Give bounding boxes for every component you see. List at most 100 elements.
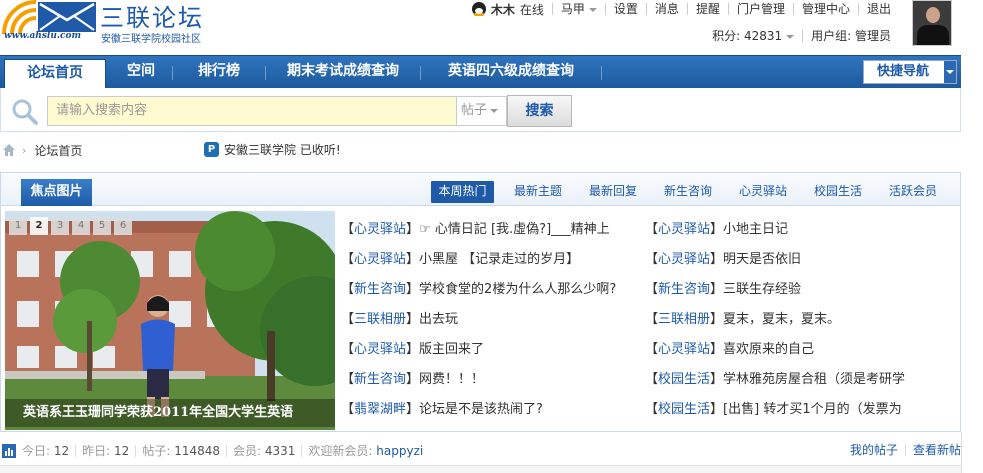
tab-active-members[interactable]: 活跃会员: [882, 181, 944, 203]
usergroup-link[interactable]: 用户组: 管理员: [802, 30, 899, 42]
pager-item[interactable]: 5: [93, 217, 111, 235]
thread-category[interactable]: 新生咨询: [354, 372, 406, 387]
focus-panel: 焦点图片 本周热门 最新主题 最新回复 新生咨询 心灵驿站 校园生活 活跃会员: [0, 172, 961, 432]
thread-title[interactable]: 明天是否依旧: [723, 252, 801, 267]
tab-latest-replies[interactable]: 最新回复: [582, 181, 644, 203]
quick-nav-button[interactable]: 快捷导航: [863, 60, 957, 84]
bracket-close: 】: [710, 222, 724, 237]
username[interactable]: 木木: [491, 1, 515, 18]
thread-category[interactable]: 翡翠湖畔: [354, 402, 406, 417]
thread-title[interactable]: [出售] 转才买1个月的（发票为: [723, 402, 902, 417]
vest-menu[interactable]: 马甲: [551, 3, 605, 15]
view-new-posts-link[interactable]: 查看新帖: [904, 444, 961, 456]
list-item[interactable]: 【心灵驿站】小黑屋 【记录走过的岁月】: [341, 245, 641, 275]
my-posts-link[interactable]: 我的帖子: [843, 444, 905, 456]
list-item[interactable]: 【新生咨询】网费！！！: [341, 365, 641, 395]
list-item[interactable]: 【新生咨询】学校食堂的2楼为什么人那么少啊?: [341, 275, 641, 305]
list-item[interactable]: 【校园生活】[出售] 转才买1个月的（发票为: [645, 395, 930, 425]
bracket-open: 【: [645, 402, 659, 417]
reminders-link[interactable]: 提醒: [686, 3, 728, 15]
tab-heart-station[interactable]: 心灵驿站: [732, 181, 794, 203]
thread-title[interactable]: 夏末，夏末，夏末。: [723, 312, 840, 327]
tab-cet-results[interactable]: 英语四六级成绩查询: [421, 56, 601, 89]
thread-title[interactable]: 小黑屋 【记录走过的岁月】: [419, 252, 579, 267]
thread-list-left: 【心灵驿站】☞ 心情日記 [我.虛偽?]___精神上 【心灵驿站】小黑屋 【记录…: [341, 215, 641, 425]
score-menu[interactable]: 积分: 42831: [704, 30, 802, 42]
pager-item-active[interactable]: 2: [30, 217, 48, 235]
stat-label: 会员:: [233, 444, 262, 458]
user-link[interactable]: 木木: [471, 1, 515, 18]
tab-final-exam-results[interactable]: 期末考试成绩查询: [266, 56, 420, 89]
thread-category[interactable]: 心灵驿站: [658, 252, 710, 267]
tab-freshman-consult[interactable]: 新生咨询: [657, 181, 719, 203]
thread-category[interactable]: 心灵驿站: [354, 252, 406, 267]
stat-value: 12: [114, 444, 130, 458]
breadcrumb-current[interactable]: 论坛首页: [34, 142, 82, 159]
tab-weekly-hot[interactable]: 本周热门: [431, 181, 494, 203]
messages-link[interactable]: 消息: [645, 3, 687, 15]
search-button[interactable]: 搜索: [507, 95, 572, 127]
thread-category[interactable]: 心灵驿站: [354, 222, 406, 237]
thread-category[interactable]: 三联相册: [354, 312, 406, 327]
thread-title[interactable]: 论坛是不是该热闹了?: [419, 402, 543, 417]
list-item[interactable]: 【校园生活】学林雅苑房屋合租（须是考研学: [645, 365, 930, 395]
thread-category[interactable]: 校园生活: [658, 402, 710, 417]
search-input[interactable]: 请输入搜索内容: [47, 96, 457, 126]
new-member-link[interactable]: happyzi: [376, 444, 423, 458]
settings-link[interactable]: 设置: [604, 3, 646, 15]
thread-category[interactable]: 新生咨询: [658, 282, 710, 297]
thread-title[interactable]: 网费！！！: [419, 372, 484, 387]
list-item[interactable]: 【新生咨询】三联生存经验: [645, 275, 930, 305]
list-item[interactable]: 【三联相册】出去玩: [341, 305, 641, 335]
thread-category[interactable]: 校园生活: [658, 372, 710, 387]
thread-category[interactable]: 新生咨询: [354, 282, 406, 297]
forum-stats: 今日: 12 昨日: 12 帖子: 114848 会员: 4331 欢迎新会员:…: [0, 441, 961, 461]
tab-latest-topics[interactable]: 最新主题: [507, 181, 569, 203]
thread-category[interactable]: 心灵驿站: [658, 222, 710, 237]
list-item[interactable]: 【心灵驿站】小地主日记: [645, 215, 930, 245]
divider: [961, 432, 962, 473]
thread-title[interactable]: 三联生存经验: [723, 282, 801, 297]
thread-title[interactable]: 出去玩: [419, 312, 458, 327]
thread-list-right: 【心灵驿站】小地主日记 【心灵驿站】明天是否依旧 【新生咨询】三联生存经验 【三…: [645, 215, 930, 425]
list-item[interactable]: 【心灵驿站】版主回来了: [341, 335, 641, 365]
admin-center-link[interactable]: 管理中心: [792, 3, 858, 15]
pager-item[interactable]: 1: [9, 217, 27, 235]
stat-new-member: 欢迎新会员: happyzi: [301, 445, 429, 457]
focus-image[interactable]: [5, 211, 335, 430]
avatar[interactable]: [912, 0, 952, 46]
site-logo[interactable]: www.ahslu.com 三联论坛 安徽三联学院校园社区: [0, 0, 230, 48]
thread-title[interactable]: 学林雅苑房屋合租（须是考研学: [723, 372, 905, 387]
list-item[interactable]: 【翡翠湖畔】论坛是不是该热闹了?: [341, 395, 641, 425]
thread-category[interactable]: 心灵驿站: [354, 342, 406, 357]
thread-title[interactable]: 学校食堂的2楼为什么人那么少啊?: [419, 282, 616, 297]
thread-title[interactable]: 喜欢原来的自己: [723, 342, 814, 357]
logout-link[interactable]: 退出: [857, 3, 899, 15]
bracket-open: 【: [341, 282, 355, 297]
home-icon[interactable]: [2, 143, 16, 157]
nav-divider: [601, 66, 602, 80]
bracket-close: 】: [406, 222, 420, 237]
thread-category[interactable]: 心灵驿站: [658, 342, 710, 357]
tab-forum-home[interactable]: 论坛首页: [4, 59, 106, 90]
tab-ranking[interactable]: 排行榜: [173, 56, 265, 89]
pager-item[interactable]: 4: [72, 217, 90, 235]
list-item[interactable]: 【心灵驿站】喜欢原来的自己: [645, 335, 930, 365]
tab-campus-life[interactable]: 校园生活: [807, 181, 869, 203]
bracket-close: 】: [406, 372, 420, 387]
list-item[interactable]: 【三联相册】夏末，夏末，夏末。: [645, 305, 930, 335]
pager-item[interactable]: 6: [114, 217, 132, 235]
list-item[interactable]: 【心灵驿站】☞ 心情日記 [我.虛偽?]___精神上: [341, 215, 641, 245]
follow-notice-text[interactable]: 安徽三联学院 已收听!: [224, 141, 341, 158]
thread-title[interactable]: 小地主日记: [723, 222, 788, 237]
thread-category[interactable]: 三联相册: [658, 312, 710, 327]
search-type-select[interactable]: 帖子: [457, 96, 507, 126]
portal-admin-link[interactable]: 门户管理: [727, 3, 793, 15]
focus-caption[interactable]: 英语系王玉珊同学荣获2011年全国大学生英语: [5, 399, 335, 427]
list-item[interactable]: 【心灵驿站】明天是否依旧: [645, 245, 930, 275]
bracket-close: 】: [710, 372, 724, 387]
tab-space[interactable]: 空间: [110, 56, 172, 89]
pager-item[interactable]: 3: [51, 217, 69, 235]
thread-title[interactable]: ☞ 心情日記 [我.虛偽?]___精神上: [419, 222, 610, 237]
thread-title[interactable]: 版主回来了: [419, 342, 484, 357]
